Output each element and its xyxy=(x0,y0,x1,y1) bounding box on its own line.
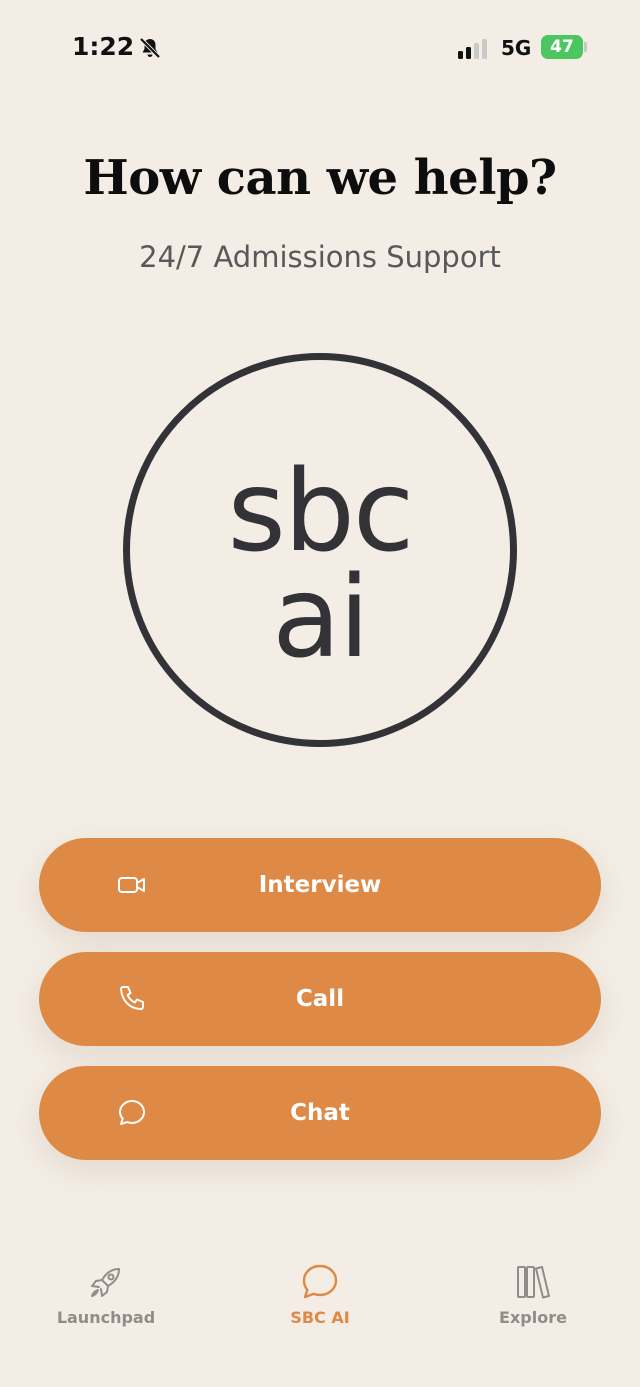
chat-bubble-icon xyxy=(119,1100,145,1125)
call-button-label: Call xyxy=(295,986,345,1012)
bottom-tab-bar: Launchpad SBC AI Explore xyxy=(0,1250,640,1387)
chat-button-label: Chat xyxy=(290,1100,350,1126)
chat-bubble-icon xyxy=(302,1264,338,1299)
battery-level: 47 xyxy=(550,37,574,57)
tab-sbc-ai-label: SBC AI xyxy=(290,1308,350,1327)
sbc-ai-screen: 1:22 5G 47 How can we help? 24/7 Admissi… xyxy=(0,0,640,1387)
books-icon xyxy=(517,1266,550,1299)
chat-button[interactable]: Chat xyxy=(39,1066,601,1160)
phone-icon xyxy=(120,986,144,1010)
tab-launchpad[interactable]: Launchpad xyxy=(26,1262,186,1342)
tab-explore-label: Explore xyxy=(499,1308,567,1327)
tab-sbc-ai[interactable]: SBC AI xyxy=(240,1262,400,1342)
logo-text-bottom: ai xyxy=(272,553,370,683)
tab-launchpad-label: Launchpad xyxy=(56,1308,156,1327)
call-button[interactable]: Call xyxy=(39,952,601,1046)
status-time: 1:22 xyxy=(72,32,135,61)
interview-button[interactable]: Interview xyxy=(39,838,601,932)
page-title: How can we help? xyxy=(83,150,557,206)
tab-explore[interactable]: Explore xyxy=(453,1262,613,1342)
rocket-icon xyxy=(91,1268,120,1297)
cellular-signal-icon xyxy=(458,39,487,59)
network-type: 5G xyxy=(501,36,532,60)
status-bar: 1:22 5G 47 xyxy=(0,0,640,96)
battery-tip xyxy=(584,42,587,52)
bell-muted-icon xyxy=(139,37,161,59)
video-camera-icon xyxy=(118,877,145,893)
page-subtitle: 24/7 Admissions Support xyxy=(139,240,501,274)
logo-text-top: sbc xyxy=(227,447,414,577)
battery-indicator: 47 xyxy=(541,35,583,59)
interview-button-label: Interview xyxy=(258,872,382,898)
